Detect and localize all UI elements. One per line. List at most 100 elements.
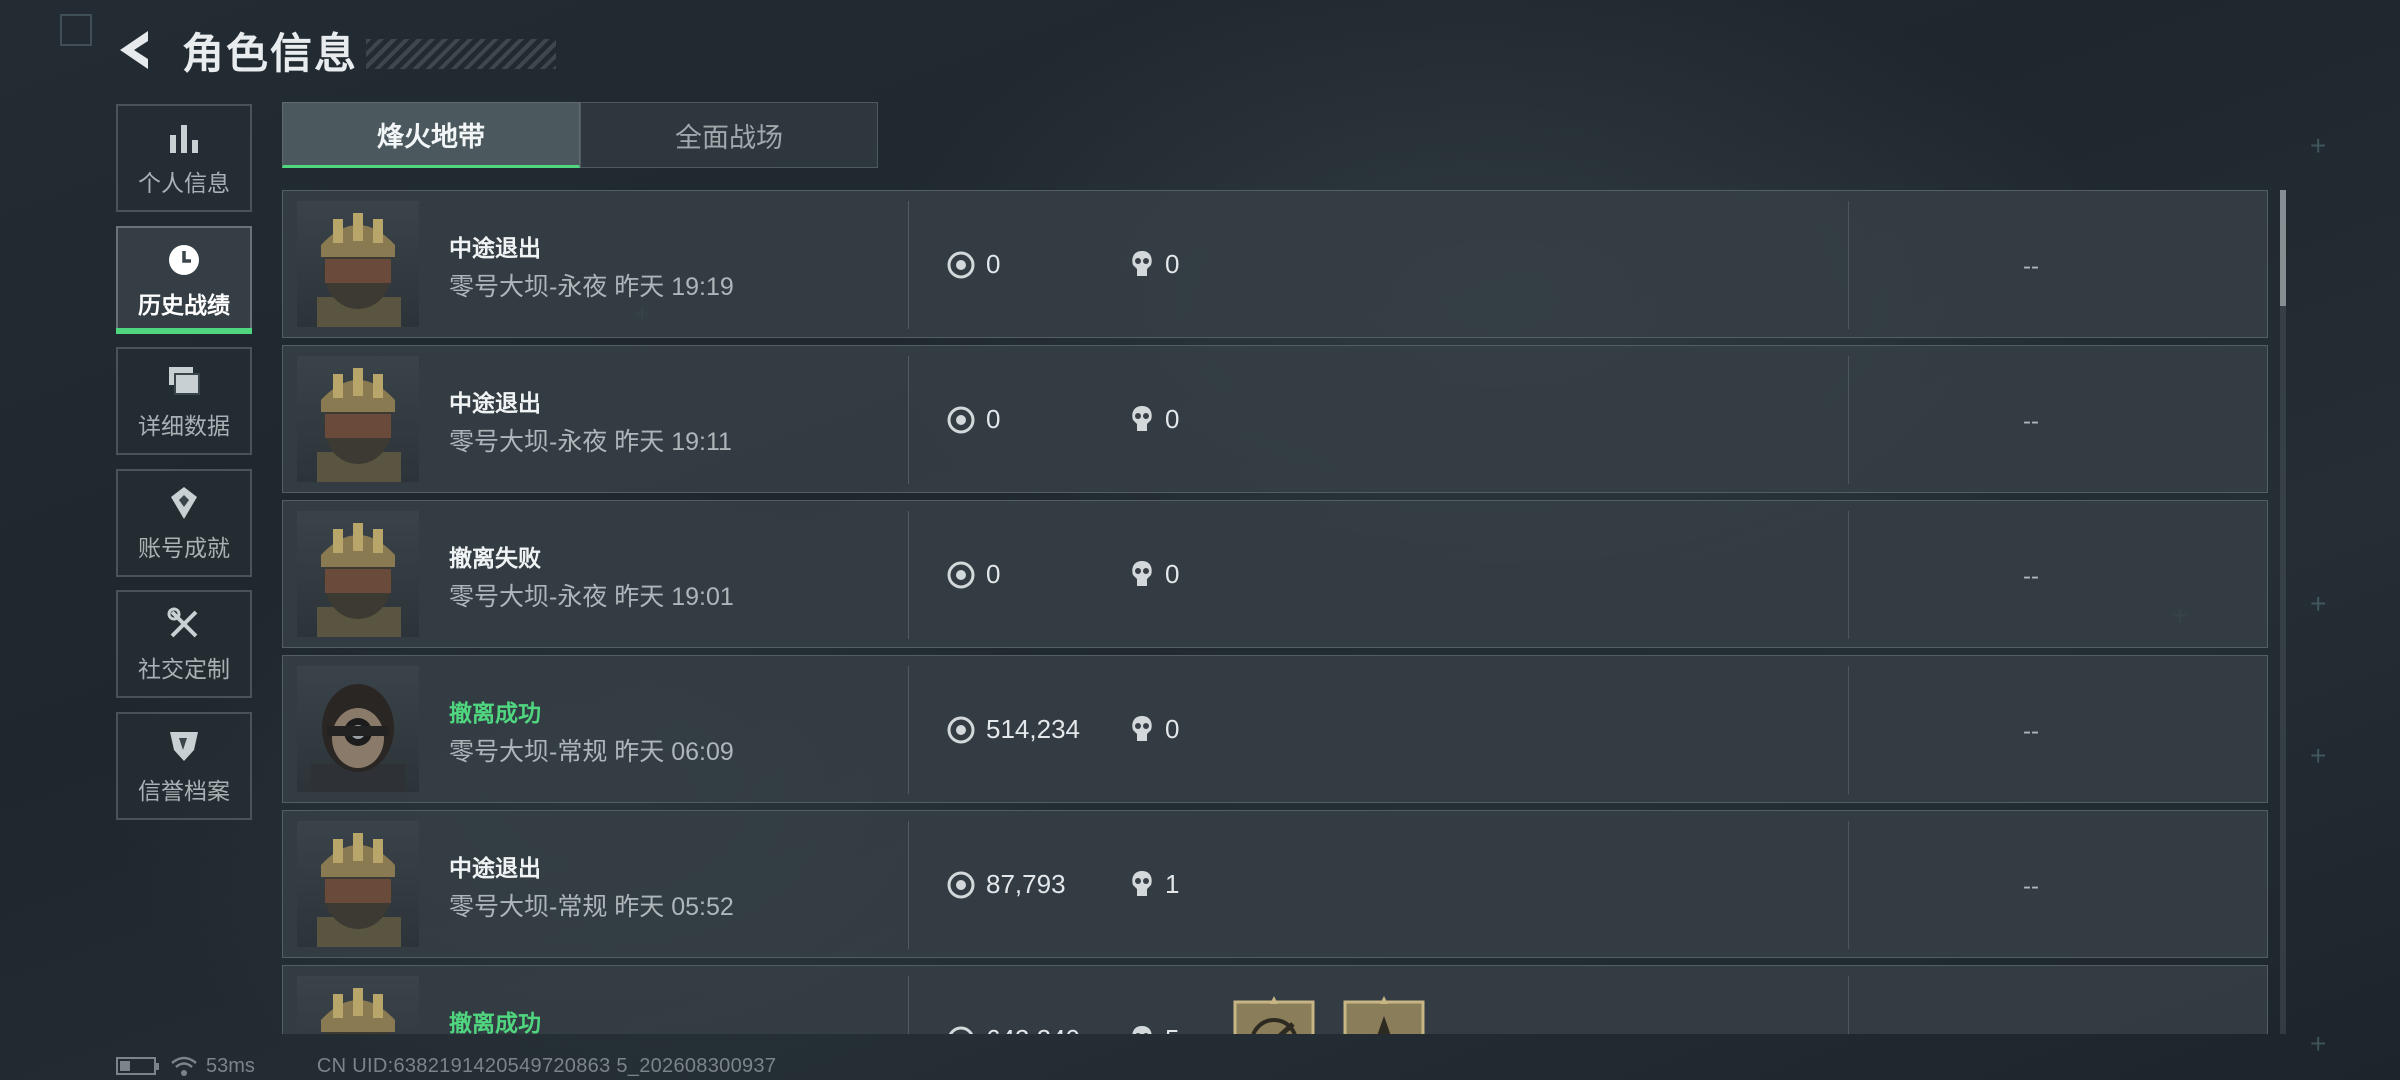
- match-map-time: 零号大坝-永夜 昨天 19:11: [449, 428, 732, 456]
- sidebar-item-personal-info[interactable]: 个人信息: [116, 104, 252, 212]
- money-value: 0: [986, 249, 1001, 279]
- match-row[interactable]: 撤离成功 642,240 5 --: [282, 965, 2268, 1034]
- match-map-time: 零号大坝-永夜 昨天 19:19: [449, 273, 734, 301]
- divider: [908, 976, 909, 1034]
- match-map-time: 零号大坝-常规 昨天 05:52: [449, 893, 734, 921]
- divider: [1848, 356, 1849, 484]
- skull-icon: [1132, 716, 1152, 741]
- status-bar: 53ms CN UID:6382191420549720863 5_202608…: [116, 1054, 776, 1078]
- currency-icon: [947, 871, 975, 899]
- sidebar: 个人信息 历史战绩 详细数据 账号成就 社交定制 信誉档案: [116, 104, 252, 833]
- page-title: 角色信息: [182, 29, 359, 77]
- sidebar-item-detailed-data[interactable]: 详细数据: [116, 347, 252, 455]
- sidebar-item-label: 历史战绩: [138, 291, 230, 318]
- currency-icon: [948, 1026, 974, 1034]
- cards-icon: [164, 361, 204, 401]
- currency-icon: [947, 716, 975, 744]
- divider: [1848, 666, 1849, 794]
- operator-helmet-avatar: [297, 356, 419, 482]
- divider: [1848, 976, 1849, 1034]
- match-map-time: 零号大坝-永夜 昨天 19:01: [449, 583, 734, 611]
- operator-goggle-avatar: [297, 666, 419, 792]
- rating-value: --: [2023, 873, 2039, 900]
- kills-value: 5: [1165, 1024, 1179, 1034]
- skull-icon: [1132, 251, 1152, 276]
- money-value: 514,234: [986, 714, 1080, 744]
- crosshair-decoration: +: [2310, 588, 2327, 619]
- kills-value: 0: [1165, 559, 1180, 589]
- kills-value: 0: [1165, 249, 1180, 279]
- match-result: 撤离成功: [449, 1010, 541, 1034]
- achievement-badge-icon: [1233, 996, 1315, 1034]
- divider: [908, 356, 909, 484]
- sidebar-item-label: 详细数据: [138, 413, 230, 439]
- scrollbar-thumb[interactable]: [2280, 190, 2286, 306]
- divider: [908, 821, 909, 949]
- sidebar-item-credit-record[interactable]: 信誉档案: [116, 711, 252, 820]
- rating-value: --: [2023, 563, 2039, 590]
- divider: [1848, 201, 1849, 329]
- tools-icon: [164, 604, 204, 644]
- rating-value: --: [2023, 408, 2039, 435]
- page-header: 角色信息: [112, 18, 557, 82]
- crosshair-decoration: +: [2310, 130, 2327, 161]
- money-value: 0: [986, 559, 1001, 589]
- currency-icon: [947, 561, 975, 589]
- currency-icon: [947, 406, 975, 434]
- bar-chart-icon: [164, 118, 204, 158]
- sidebar-item-history[interactable]: 历史战绩: [116, 225, 252, 334]
- money-value: 0: [986, 404, 1001, 434]
- operator-helmet-avatar: [297, 201, 419, 327]
- operator-helmet-avatar: [297, 511, 419, 637]
- ping-value: 53ms: [206, 1054, 255, 1077]
- skull-icon: [1132, 871, 1152, 896]
- skull-icon: [1132, 1026, 1152, 1034]
- sidebar-item-label: 个人信息: [138, 170, 230, 196]
- divider: [908, 666, 909, 794]
- mode-tabs: 烽火地带 全面战场: [282, 102, 878, 168]
- crosshair-decoration: +: [2310, 1028, 2327, 1059]
- match-history-list: 中途退出 零号大坝-永夜 昨天 19:19 0 0 -- 中途退出 零号大坝-永…: [282, 190, 2268, 1034]
- list-scrollbar[interactable]: [2280, 190, 2286, 1034]
- match-row[interactable]: 撤离成功 零号大坝-常规 昨天 06:09 514,234 0 --: [282, 655, 2268, 803]
- rating-value: --: [2023, 1028, 2039, 1034]
- divider: [908, 201, 909, 329]
- skull-icon: [1132, 561, 1152, 586]
- match-result: 中途退出: [449, 235, 541, 261]
- operator-helmet-avatar: [297, 821, 419, 947]
- battery-icon: [116, 1057, 159, 1075]
- skull-icon: [1132, 406, 1152, 431]
- sidebar-item-label: 信誉档案: [138, 777, 230, 804]
- sidebar-item-label: 社交定制: [138, 656, 230, 682]
- sidebar-item-social-custom[interactable]: 社交定制: [116, 590, 252, 698]
- rating-value: --: [2023, 718, 2039, 745]
- match-row[interactable]: 中途退出 零号大坝-常规 昨天 05:52 87,793 1 --: [282, 810, 2268, 958]
- rating-value: --: [2023, 253, 2039, 280]
- corner-mark-decoration: [60, 14, 92, 46]
- sidebar-item-label: 账号成就: [138, 534, 230, 561]
- match-row[interactable]: 撤离失败 零号大坝-永夜 昨天 19:01 0 0 --: [282, 500, 2268, 648]
- divider: [1848, 821, 1849, 949]
- money-value: 642,240: [986, 1024, 1080, 1034]
- match-map-time: 零号大坝-常规 昨天 06:09: [449, 738, 734, 766]
- kills-value: 0: [1165, 404, 1180, 434]
- back-arrow-icon[interactable]: [112, 24, 156, 76]
- tab-full-battlefield[interactable]: 全面战场: [580, 102, 878, 168]
- crosshair-decoration: +: [2310, 740, 2327, 771]
- divider: [908, 511, 909, 639]
- achievement-medal-icon: [164, 483, 204, 523]
- kills-value: 0: [1165, 714, 1180, 744]
- match-result: 中途退出: [449, 855, 541, 881]
- currency-icon: [947, 251, 975, 279]
- tab-beacon-zone[interactable]: 烽火地带: [282, 102, 580, 168]
- money-value: 87,793: [986, 869, 1066, 899]
- user-uid: CN UID:6382191420549720863 5_20260830093…: [316, 1054, 777, 1077]
- wifi-icon: [171, 1056, 197, 1076]
- sidebar-item-achievements[interactable]: 账号成就: [116, 468, 252, 577]
- divider: [1848, 511, 1849, 639]
- match-row[interactable]: 中途退出 零号大坝-永夜 昨天 19:19 0 0 --: [282, 190, 2268, 338]
- title-hatch-decoration: [366, 39, 557, 69]
- match-row[interactable]: 中途退出 零号大坝-永夜 昨天 19:11 0 0 --: [282, 345, 2268, 493]
- match-result: 撤离成功: [449, 700, 541, 726]
- credit-shield-icon: [164, 726, 204, 766]
